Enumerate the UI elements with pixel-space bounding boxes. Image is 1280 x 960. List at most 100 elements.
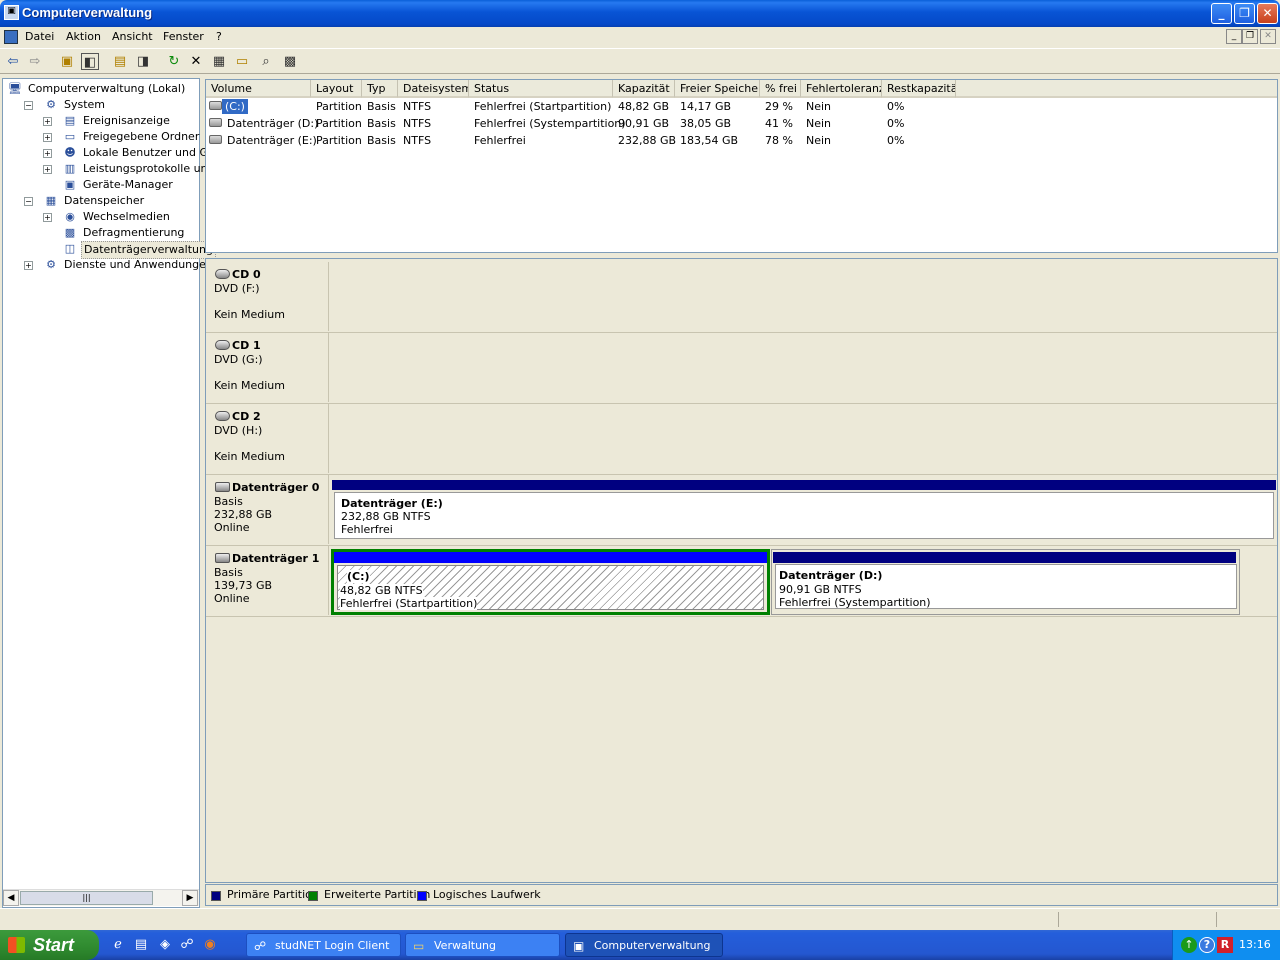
word-icon[interactable]: ▤ [132,936,150,954]
drive-icon [209,135,222,144]
volume-list[interactable]: Volume Layout Typ Dateisystem Status Kapazitä… [205,79,1278,253]
column-header[interactable]: Volume [206,80,311,98]
status-panel-divider [1216,912,1217,927]
mdi-close-button[interactable]: ✕ [1260,29,1276,44]
menu-fenster[interactable]: Fenster [163,30,204,43]
disk-graphical-view[interactable]: CD 0 DVD (F:) Kein Medium CD 1 DVD (G:) Kein … [205,258,1278,883]
disk-info [214,437,328,450]
mdi-minimize-button[interactable]: _ [1226,29,1242,44]
column-header[interactable]: Dateisystem [398,80,469,98]
volume-e[interactable]: Datenträger (E:) 232,88 GB NTFS Fehlerfrei [332,480,1276,541]
disk-info: Online [214,521,250,534]
restore-button[interactable]: ❐ [1234,3,1255,24]
column-header[interactable]: Fehlertoleranz [801,80,882,98]
column-header[interactable]: Status [469,80,613,98]
collapse-icon[interactable]: − [24,101,33,110]
delete-icon[interactable]: ✕ [187,53,205,70]
volume-status: Fehlerfrei [341,523,393,536]
scroll-right-arrow-icon[interactable]: ▶ [182,890,198,906]
table-cell: 0% [887,117,905,130]
task-studnet-login[interactable]: ☍ studNET Login Client [246,933,401,957]
tree-item-label: Freigegebene Ordner [83,130,200,143]
title-bar[interactable]: ▣ Computerverwaltung _ ❐ ✕ [0,0,1280,27]
computer-icon: 🖥 [8,82,22,95]
console-tree[interactable]: 🖥 Computerverwaltung (Lokal) − ⚙ System + ▤ Ere… [2,78,240,908]
column-header[interactable]: Typ [362,80,398,98]
expand-icon[interactable]: + [43,213,52,222]
table-row[interactable]: (C:) Partition Basis NTFS Fehlerfrei (Startp… [206,98,1277,115]
horizontal-scrollbar[interactable]: ◀ ||| ▶ [3,889,199,906]
menu-ansicht[interactable]: Ansicht [112,30,153,43]
menu-help[interactable]: ? [216,30,222,43]
menu-aktion[interactable]: Aktion [66,30,101,43]
collapse-icon[interactable]: − [24,197,33,206]
windows-logo-icon [8,937,25,953]
login-client-icon[interactable]: ☍ [178,936,196,954]
search-icon[interactable]: ⌕ [257,53,275,70]
start-button[interactable]: Start [0,930,99,960]
column-header[interactable]: Restkapazität [882,80,956,98]
column-header[interactable]: Layout [311,80,362,98]
table-cell: 41 % [765,117,793,130]
scroll-thumb[interactable]: ||| [20,891,153,905]
show-tree-icon[interactable]: ◧ [81,53,99,70]
disk-row[interactable]: CD 0 DVD (F:) Kein Medium [206,262,1277,333]
back-arrow-icon[interactable]: ⇦ [4,53,22,70]
tools-icon: ⚙ [46,98,56,111]
settings-icon[interactable]: ▩ [281,53,299,70]
column-header[interactable]: Freier Speicher [675,80,760,98]
disk-info: 139,73 GB [214,579,273,592]
volume-box: Datenträger (E:) 232,88 GB NTFS Fehlerfrei [334,492,1274,539]
menu-datei[interactable]: Datei [25,30,54,43]
internet-explorer-icon[interactable]: ℯ [109,936,127,954]
volume-d[interactable]: Datenträger (D:) 90,91 GB NTFS Fehlerfrei … [771,549,1240,615]
forward-arrow-icon[interactable]: ⇨ [26,53,44,70]
firefox-icon[interactable]: ◉ [201,936,219,954]
disk-row[interactable]: Datenträger 1 Basis 139,73 GB Online (C:) 48,… [206,546,1277,617]
help-tray-icon[interactable]: ? [1199,937,1215,953]
drive-icon [209,101,222,110]
table-cell: Partition [316,100,362,113]
disk-row[interactable]: Datenträger 0 Basis 232,88 GB Online Datentr… [206,475,1277,546]
primary-partition-bar [773,552,1236,563]
table-cell: Fehlerfrei [474,134,526,147]
table-cell: NTFS [403,134,432,147]
properties-icon[interactable]: ▤ [111,53,129,70]
expand-icon[interactable]: + [43,133,52,142]
up-folder-icon[interactable]: ▣ [58,53,76,70]
table-row[interactable]: Datenträger (E:) Partition Basis NTFS Fehler… [206,132,1277,149]
network-icon[interactable]: ◈ [156,936,174,954]
mdi-restore-button[interactable]: ❐ [1242,29,1258,44]
volume-c[interactable]: (C:) 48,82 GB NTFS Fehlerfrei (Startpartit… [331,549,770,615]
disk-row[interactable]: CD 1 DVD (G:) Kein Medium [206,333,1277,404]
expand-icon[interactable]: + [43,165,52,174]
table-cell: Basis [367,134,396,147]
scroll-left-arrow-icon[interactable]: ◀ [3,890,19,906]
table-cell: Nein [806,100,832,113]
refresh-icon[interactable]: ↻ [165,53,183,70]
tree-item-label: System [64,98,106,111]
disk-label[interactable]: Datenträger 1 Basis 139,73 GB Online [206,546,329,615]
column-header[interactable]: % frei [760,80,801,98]
disk-label[interactable]: CD 0 DVD (F:) Kein Medium [206,262,329,331]
properties-sheet-icon[interactable]: ▦ [210,53,228,70]
tree-item-label: Defragmentierung [83,226,185,239]
disk-row[interactable]: CD 2 DVD (H:) Kein Medium [206,404,1277,475]
table-row[interactable]: Datenträger (D:) Partition Basis NTFS Fehler… [206,115,1277,132]
disk-label[interactable]: Datenträger 0 Basis 232,88 GB Online [206,475,329,544]
disk-name: CD 1 [232,339,261,352]
expand-icon[interactable]: + [43,149,52,158]
antivirus-icon[interactable]: R [1217,937,1233,953]
task-computerverwaltung[interactable]: ▣ Computerverwaltung [565,933,723,957]
column-header[interactable]: Kapazität [613,80,675,98]
update-icon[interactable]: ↑ [1181,937,1197,953]
disk-label[interactable]: CD 2 DVD (H:) Kein Medium [206,404,329,473]
close-button[interactable]: ✕ [1257,3,1278,24]
minimize-button[interactable]: _ [1211,3,1232,24]
help-icon[interactable]: ◨ [134,53,152,70]
expand-icon[interactable]: + [43,117,52,126]
disk-label[interactable]: CD 1 DVD (G:) Kein Medium [206,333,329,402]
expand-icon[interactable]: + [24,261,33,270]
task-verwaltung[interactable]: ▭ Verwaltung [405,933,560,957]
open-folder-icon[interactable]: ▭ [233,53,251,70]
